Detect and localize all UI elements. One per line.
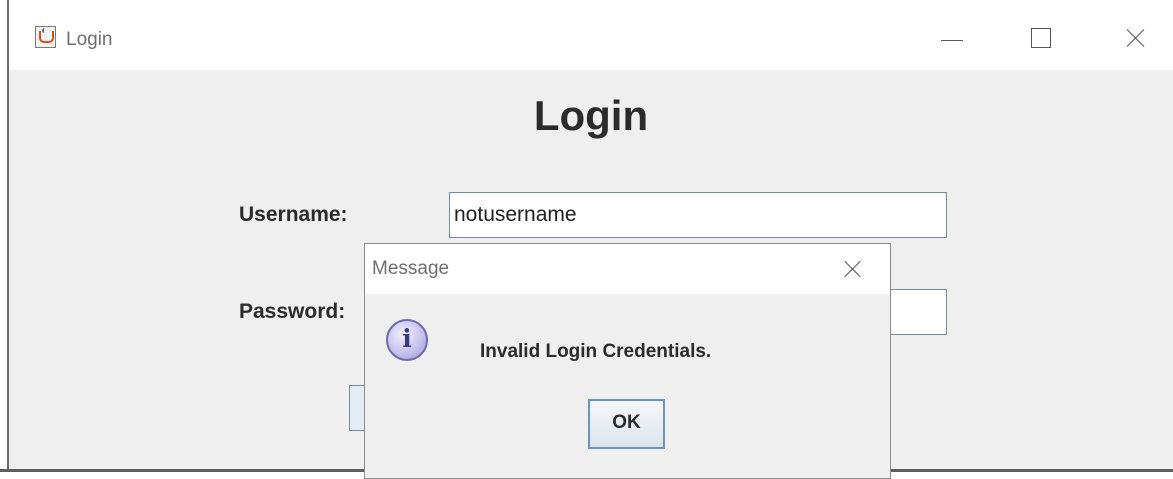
- maximize-icon[interactable]: [1029, 18, 1069, 58]
- close-icon: [841, 258, 863, 280]
- close-icon: [1123, 26, 1147, 50]
- window-titlebar[interactable]: Login: [9, 0, 1173, 70]
- message-dialog: Message i Invalid Login Credentials. OK: [364, 243, 891, 479]
- username-label: Username:: [239, 203, 348, 226]
- dialog-titlebar[interactable]: Message: [365, 244, 890, 294]
- dialog-message: Invalid Login Credentials.: [480, 341, 712, 362]
- minimize-icon[interactable]: [936, 18, 976, 58]
- java-coffee-cup-icon: [35, 26, 56, 48]
- dialog-close-button[interactable]: [837, 254, 867, 284]
- password-label: Password:: [239, 300, 346, 323]
- ok-button[interactable]: OK: [588, 399, 665, 449]
- window-title: Login: [66, 29, 113, 50]
- username-field[interactable]: notusername: [449, 192, 947, 238]
- close-window-button[interactable]: [1117, 18, 1157, 58]
- dialog-title: Message: [372, 258, 450, 279]
- info-icon: i: [386, 319, 428, 361]
- page-title: Login: [533, 92, 649, 139]
- window-left-border: [0, 0, 9, 478]
